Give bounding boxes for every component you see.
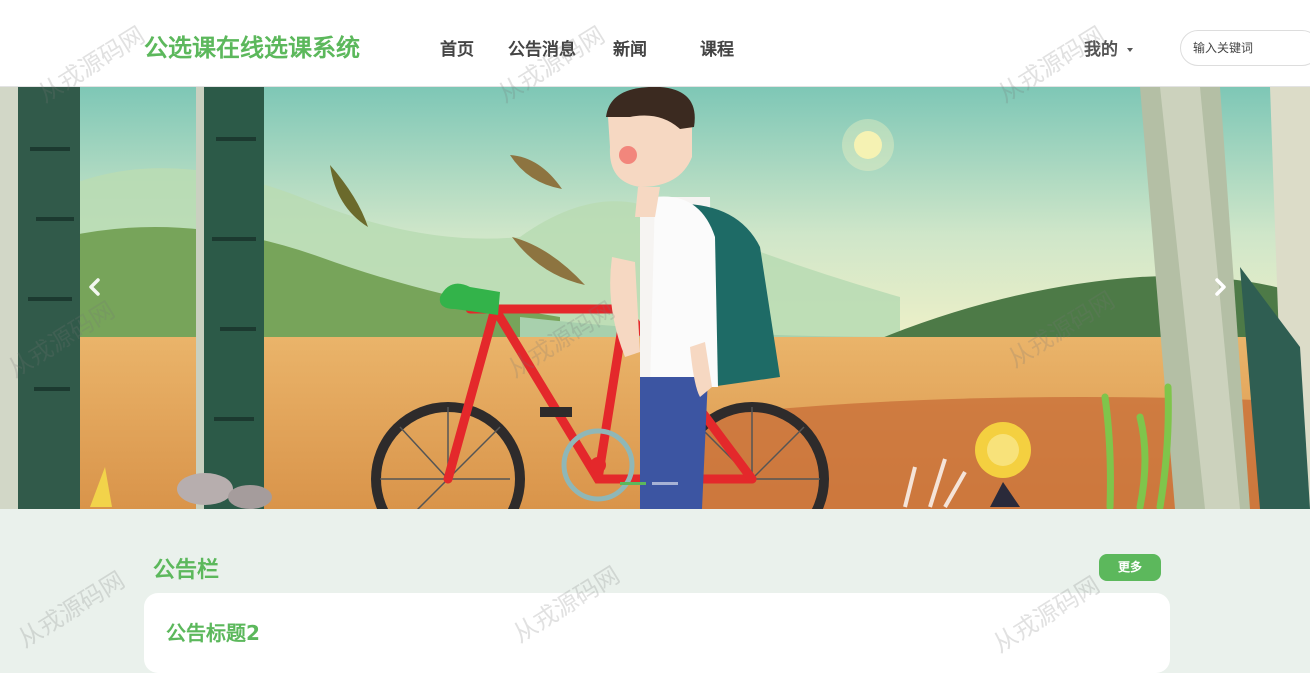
site-title[interactable]: 公选课在线选课系统	[144, 28, 360, 63]
carousel-indicator[interactable]	[620, 482, 646, 485]
nav-item-home[interactable]: 首页	[440, 35, 474, 60]
nav-item-news[interactable]: 新闻	[613, 35, 647, 60]
nav-item-notices[interactable]: 公告消息	[508, 35, 576, 60]
banner-illustration	[0, 87, 1310, 509]
watermark: 从戎源码网	[13, 565, 130, 654]
notice-section-title: 公告栏	[153, 558, 220, 583]
search-input[interactable]	[1180, 30, 1310, 66]
carousel-indicator[interactable]	[652, 482, 678, 485]
carousel-prev-button[interactable]	[80, 272, 110, 302]
caret-down-icon	[1127, 48, 1133, 52]
user-menu-dropdown[interactable]: 我的	[1084, 35, 1133, 60]
carousel-next-button[interactable]	[1205, 272, 1235, 302]
notice-card[interactable]: 公告标题2	[144, 593, 1170, 673]
carousel-indicators	[620, 482, 678, 485]
more-button[interactable]: 更多	[1099, 554, 1161, 581]
banner-carousel	[0, 87, 1310, 509]
user-menu-label: 我的	[1084, 40, 1118, 60]
chevron-left-icon	[89, 278, 100, 296]
notice-item-title[interactable]: 公告标题2	[166, 617, 260, 646]
nav-item-courses[interactable]: 课程	[700, 35, 734, 60]
chevron-right-icon	[1215, 278, 1226, 296]
top-navbar: 公选课在线选课系统 首页 公告消息 新闻 课程 我的	[0, 0, 1310, 87]
